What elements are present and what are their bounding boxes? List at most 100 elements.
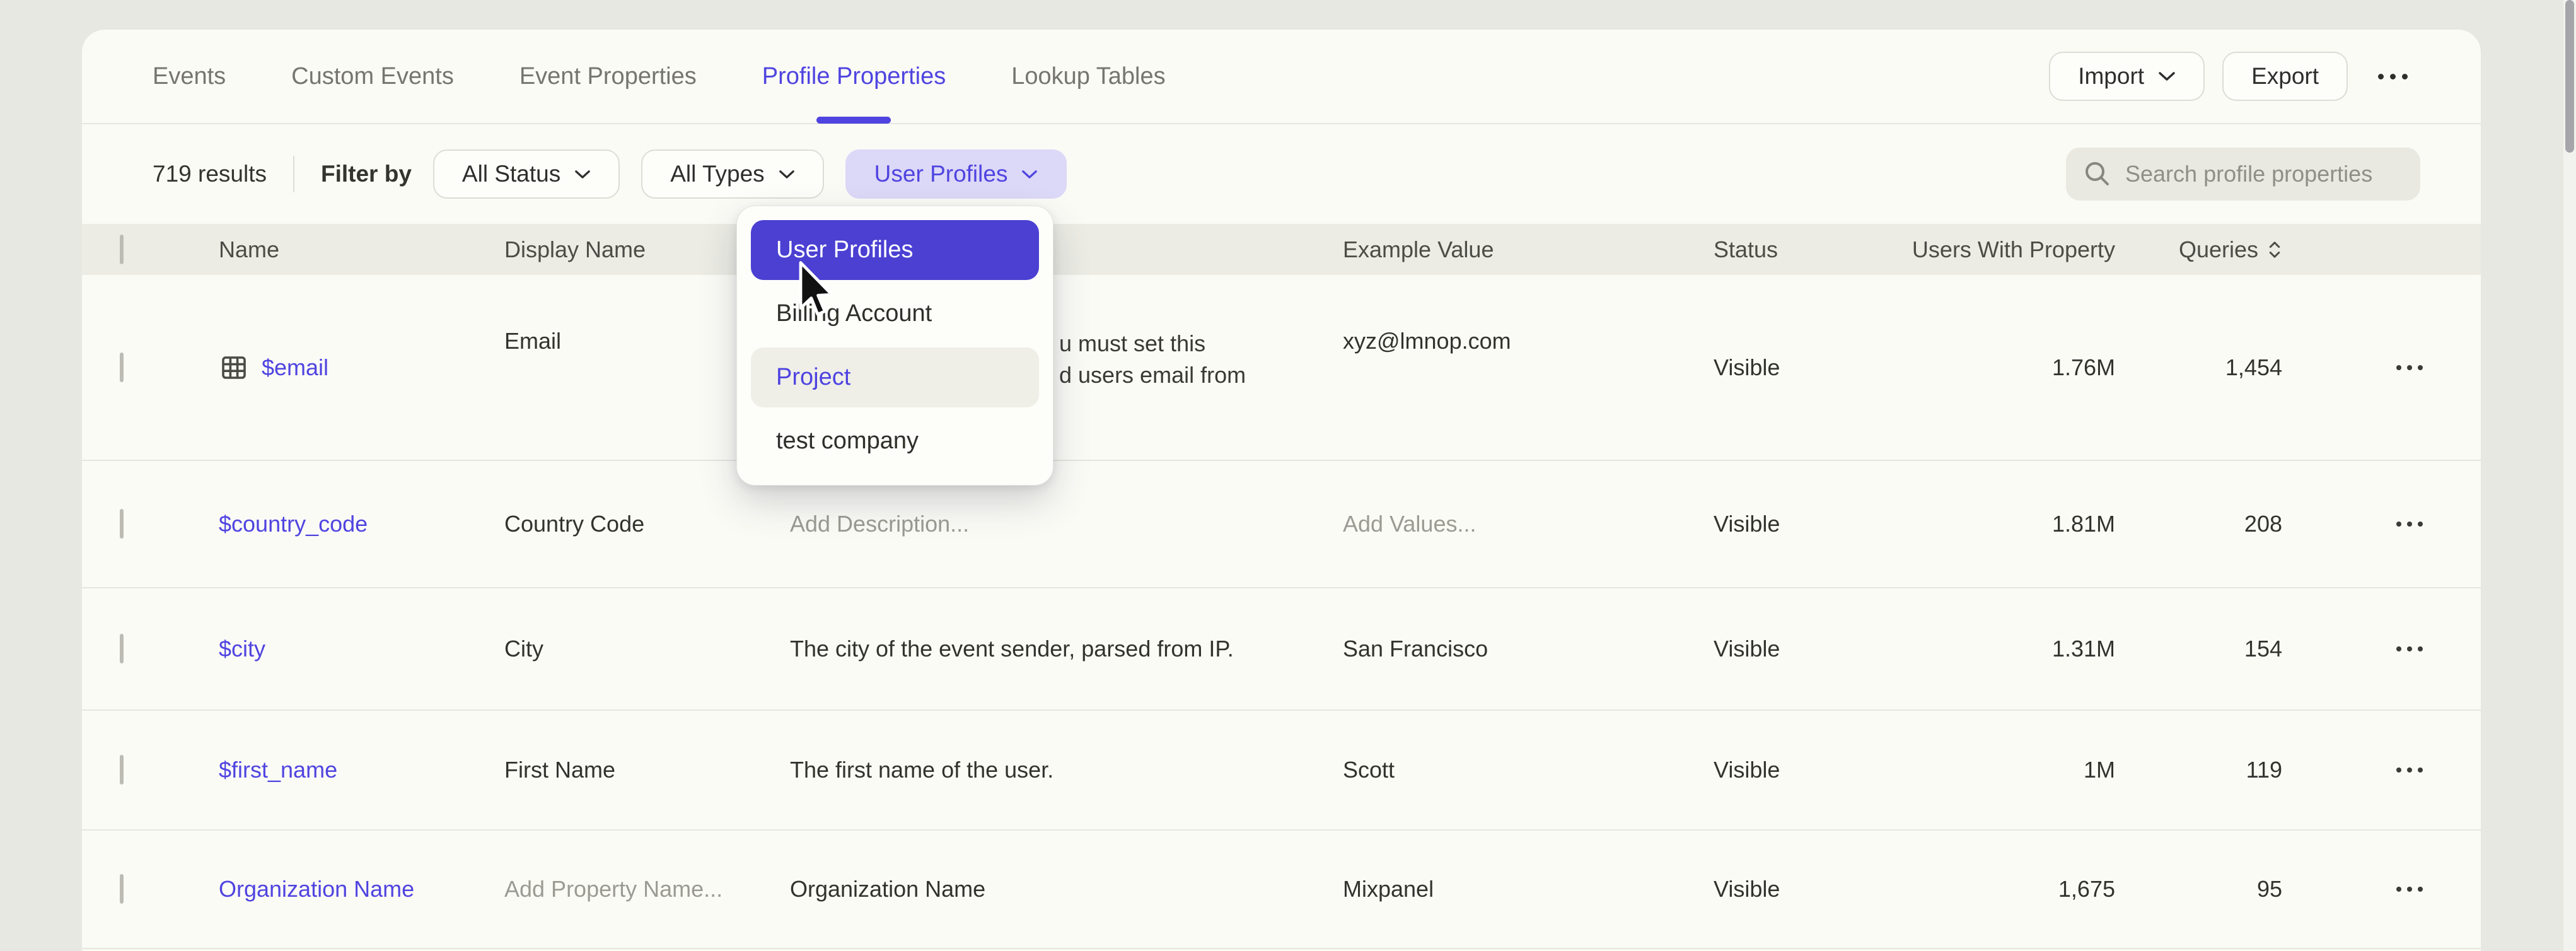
example-value-cell[interactable]: Mixpanel (1343, 876, 1714, 902)
toolbar-actions: Import Export (2049, 52, 2420, 101)
users-with-property-cell: 1.81M (1904, 511, 2115, 537)
display-name-cell[interactable]: City (504, 636, 790, 662)
users-with-property-cell: 1,675 (1904, 876, 2115, 902)
filter-bar: 719 results Filter by All Status All Typ… (82, 124, 2481, 224)
header-status: Status (1714, 236, 1904, 263)
filter-by-label: Filter by (321, 161, 412, 187)
status-filter-label: All Status (462, 161, 560, 187)
table-row: $city City The city of the event sender,… (82, 588, 2481, 711)
properties-panel: Events Custom Events Event Properties Pr… (82, 30, 2481, 951)
tab-bar: Events Custom Events Event Properties Pr… (82, 30, 2481, 124)
mouse-cursor (793, 260, 835, 320)
property-name-link[interactable]: $country_code (219, 511, 504, 537)
table-grid-icon (219, 353, 249, 383)
queries-cell: 208 (2115, 511, 2282, 537)
property-name-link[interactable]: $email (219, 353, 504, 383)
display-name-cell[interactable]: Country Code (504, 511, 790, 537)
property-name-link[interactable]: $city (219, 636, 504, 662)
description-cell[interactable]: Organization Name (790, 876, 1343, 902)
status-filter-button[interactable]: All Status (433, 149, 620, 199)
description-line: u must set this (1059, 328, 1343, 359)
row-checkbox[interactable] (120, 509, 124, 539)
chevron-down-icon (574, 169, 591, 180)
table-row: Organization Name Add Property Name... O… (82, 831, 2481, 949)
header-name: Name (219, 236, 504, 263)
users-with-property-cell: 1.31M (1904, 636, 2115, 662)
search-input[interactable] (2125, 161, 2403, 187)
row-checkbox[interactable] (120, 755, 124, 785)
example-value-cell[interactable]: Add Values... (1343, 511, 1714, 537)
description-line: d users email from (1059, 359, 1343, 391)
chevron-down-icon (2158, 71, 2176, 82)
description-cell[interactable]: The first name of the user. (790, 757, 1343, 783)
tab-custom-events[interactable]: Custom Events (291, 30, 454, 123)
header-users-with-property: Users With Property (1904, 236, 2115, 263)
status-cell: Visible (1714, 757, 1904, 783)
table-header: Name Display Name Example Value Status U… (82, 224, 2481, 275)
status-cell: Visible (1714, 354, 1904, 381)
profile-type-filter-label: User Profiles (874, 161, 1008, 187)
chevron-down-icon (779, 169, 795, 180)
table-row: $first_name First Name The first name of… (82, 711, 2481, 831)
display-name-cell[interactable]: Add Property Name... (504, 876, 790, 902)
property-name-link[interactable]: $first_name (219, 757, 504, 783)
queries-cell: 1,454 (2115, 354, 2282, 381)
example-value-cell[interactable]: Scott (1343, 757, 1714, 783)
property-name-link[interactable]: Organization Name (219, 876, 504, 902)
select-all-checkbox[interactable] (120, 235, 124, 264)
results-count: 719 results (153, 161, 267, 187)
table-row: $email Email u must set this d users ema… (82, 275, 2481, 461)
row-checkbox[interactable] (120, 353, 124, 382)
property-name-label: Organization Name (219, 876, 414, 902)
chevron-down-icon (1021, 169, 1038, 180)
status-cell: Visible (1714, 876, 1904, 902)
example-value-cell[interactable]: San Francisco (1343, 636, 1714, 662)
scrollbar-thumb[interactable] (2565, 0, 2574, 153)
users-with-property-cell: 1M (1904, 757, 2115, 783)
display-name-cell[interactable]: First Name (504, 757, 790, 783)
property-name-label: $first_name (219, 757, 337, 783)
row-more-button[interactable] (2396, 522, 2423, 527)
more-options-button[interactable] (2365, 74, 2420, 79)
queries-cell: 119 (2115, 757, 2282, 783)
row-checkbox[interactable] (120, 874, 124, 904)
status-cell: Visible (1714, 636, 1904, 662)
divider (293, 156, 294, 192)
queries-cell: 95 (2115, 876, 2282, 902)
tab-lookup-tables[interactable]: Lookup Tables (1011, 30, 1165, 123)
export-button-label: Export (2251, 63, 2319, 90)
description-cell[interactable]: Add Description... (790, 511, 1343, 537)
queries-cell: 154 (2115, 636, 2282, 662)
description-cell[interactable]: The city of the event sender, parsed fro… (790, 636, 1343, 662)
table-row: $country_code Country Code Add Descripti… (82, 461, 2481, 588)
row-more-button[interactable] (2396, 365, 2423, 370)
tab-events[interactable]: Events (153, 30, 226, 123)
row-checkbox[interactable] (120, 634, 124, 663)
tab-profile-properties[interactable]: Profile Properties (762, 30, 946, 123)
profile-type-filter-button[interactable]: User Profiles (845, 149, 1067, 199)
property-name-label: $city (219, 636, 265, 662)
header-example-value: Example Value (1343, 236, 1714, 263)
export-button[interactable]: Export (2222, 52, 2348, 101)
search-icon (2084, 160, 2111, 188)
import-button-label: Import (2078, 63, 2144, 90)
type-filter-button[interactable]: All Types (641, 149, 823, 199)
type-filter-label: All Types (670, 161, 764, 187)
search-box (2066, 148, 2420, 201)
dropdown-item-project[interactable]: Project (751, 347, 1039, 407)
row-more-button[interactable] (2396, 887, 2423, 892)
sort-icon (2267, 239, 2282, 260)
row-more-button[interactable] (2396, 646, 2423, 651)
tab-event-properties[interactable]: Event Properties (519, 30, 697, 123)
property-name-label: $country_code (219, 511, 368, 537)
example-value-cell[interactable]: xyz@lmnop.com (1343, 275, 1714, 354)
header-queries-label: Queries (2179, 236, 2258, 263)
status-cell: Visible (1714, 511, 1904, 537)
users-with-property-cell: 1.76M (1904, 354, 2115, 381)
header-queries[interactable]: Queries (2115, 236, 2282, 263)
row-more-button[interactable] (2396, 767, 2423, 773)
dropdown-item-test-company[interactable]: test company (751, 411, 1039, 471)
property-name-label: $email (262, 354, 328, 381)
import-button[interactable]: Import (2049, 52, 2205, 101)
profile-type-dropdown: User Profiles Billing Account Project te… (736, 206, 1053, 486)
